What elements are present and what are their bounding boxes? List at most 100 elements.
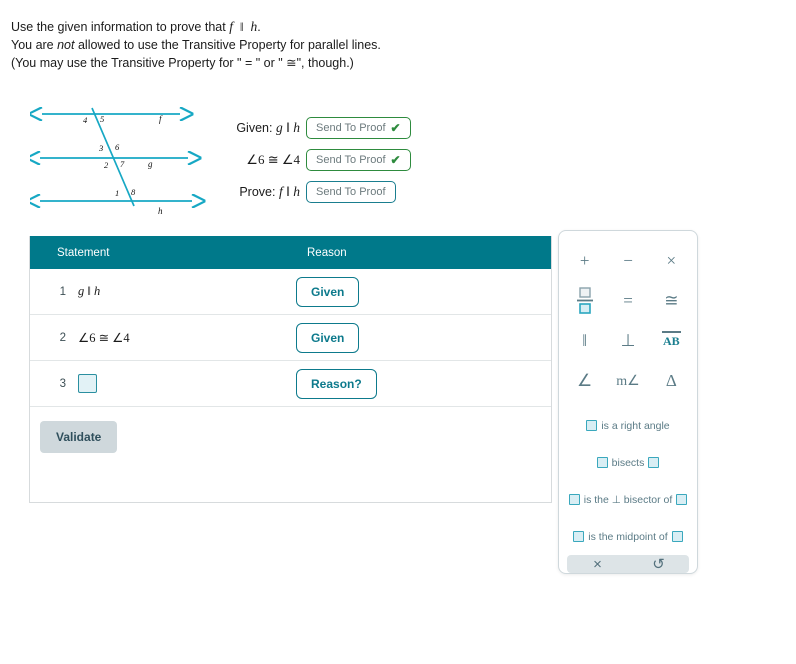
reason-button-2[interactable]: Given xyxy=(296,322,360,353)
angle-label-5: 5 xyxy=(100,114,104,124)
segment-ab-label: AB xyxy=(662,333,680,348)
angle-label-1: 1 xyxy=(115,188,119,198)
placeholder-box xyxy=(596,457,608,468)
perpendicular-icon[interactable]: ⊥ xyxy=(606,321,649,361)
phrase-bisects[interactable]: bisects xyxy=(565,444,691,481)
instruction-line-1-post: . xyxy=(257,20,261,34)
label-line-f: f xyxy=(229,19,233,34)
instruction-line-1: Use the given information to prove that … xyxy=(11,18,571,36)
undo-icon[interactable]: ↺ xyxy=(628,555,689,573)
given-label-1: Given: g ‖ h xyxy=(208,120,306,136)
phrase-is-the-midpoint-of[interactable]: is the midpoint of xyxy=(565,518,691,555)
given-statement-2: ∠6 ≅ ∠4 xyxy=(246,152,300,167)
segment-ab-icon[interactable]: AB xyxy=(650,321,693,361)
prove-label: Prove: f ‖ h xyxy=(208,184,306,200)
angle-label-6: 6 xyxy=(115,142,120,152)
send-to-proof-label-3: Send To Proof xyxy=(316,186,386,198)
angle-label-8: 8 xyxy=(131,187,136,197)
plus-icon[interactable]: + xyxy=(563,241,606,281)
phrase-bisects-label: bisects xyxy=(611,456,645,469)
prove-row: Prove: f ‖ h Send To Proof xyxy=(208,176,418,208)
phrase-is-the-midpoint-of-label: is the midpoint of xyxy=(588,530,668,543)
given-label-2: ∠6 ≅ ∠4 xyxy=(208,152,306,168)
row-statement-1[interactable]: g ‖ h xyxy=(66,284,292,299)
prove-label-text: Prove: xyxy=(239,185,276,199)
check-icon-1: ✔ xyxy=(390,121,401,135)
transversal-line xyxy=(91,107,135,207)
table-row: 3 Reason? xyxy=(30,361,551,407)
reason-button-3[interactable]: Reason? xyxy=(296,368,377,399)
line-f-label: f xyxy=(159,114,163,124)
table-row: 1 g ‖ h Given xyxy=(30,269,551,315)
given-prove-panel: Given: g ‖ h Send To Proof ✔ ∠6 ≅ ∠4 Sen… xyxy=(208,112,418,208)
row-statement-2[interactable]: ∠6 ≅ ∠4 xyxy=(66,330,292,346)
phrase-is-a-right-angle-label: is a right angle xyxy=(601,419,670,432)
parallel-symbol: ‖ xyxy=(239,19,244,34)
given-row-2: ∠6 ≅ ∠4 Send To Proof ✔ xyxy=(208,144,418,176)
delete-icon[interactable]: × xyxy=(567,555,628,573)
column-header-reason: Reason xyxy=(307,246,347,259)
phrase-is-a-right-angle[interactable]: is a right angle xyxy=(565,407,691,444)
phrase-list: is a right angle bisects is the ⊥ bisect… xyxy=(559,401,697,555)
validate-row: Validate xyxy=(30,407,551,467)
row-number-1: 1 xyxy=(59,285,66,298)
angle-label-2: 2 xyxy=(104,160,109,170)
phrase-is-perp-bisector-of[interactable]: is the ⊥ bisector of xyxy=(565,481,691,518)
fraction-icon-svg xyxy=(576,287,593,314)
segment-overbar xyxy=(661,330,681,333)
proof-table-header: Statement Reason xyxy=(30,236,551,269)
send-to-proof-label-1: Send To Proof xyxy=(316,122,386,134)
phrase-is-perp-bisector-of-label: is the ⊥ bisector of xyxy=(583,493,673,506)
column-header-statement: Statement xyxy=(57,246,110,259)
congruent-icon[interactable]: ≅ xyxy=(650,281,693,321)
triangle-icon[interactable]: Δ xyxy=(650,361,693,401)
placeholder-box xyxy=(568,494,580,505)
instructions-block: Use the given information to prove that … xyxy=(11,18,571,72)
symbol-grid: + − × = ≅ ‖ ⊥ AB ∠ m∠ Δ xyxy=(559,231,697,401)
angle-label-4: 4 xyxy=(83,115,88,125)
placeholder-box xyxy=(671,531,683,542)
row-statement-3 xyxy=(66,374,292,393)
proof-table: Statement Reason 1 g ‖ h Given 2 ∠6 ≅ ∠4… xyxy=(29,236,552,503)
reason-button-1[interactable]: Given xyxy=(296,276,360,307)
palette-footer: × ↺ xyxy=(567,555,689,573)
instruction-line-1-pre: Use the given information to prove that xyxy=(11,20,226,34)
line-h-label: h xyxy=(158,206,163,216)
placeholder-box xyxy=(676,494,688,505)
send-to-proof-button-1[interactable]: Send To Proof ✔ xyxy=(306,117,411,139)
statement-input-blank[interactable] xyxy=(78,374,97,393)
instruction-line-2-pre: You are xyxy=(11,38,58,52)
instruction-line-3: (You may use the Transitive Property for… xyxy=(11,56,354,70)
placeholder-box xyxy=(586,420,598,431)
validate-button[interactable]: Validate xyxy=(40,421,118,453)
instruction-emphasis-not: not xyxy=(57,38,75,52)
fraction-icon[interactable] xyxy=(563,281,606,321)
given-row-1: Given: g ‖ h Send To Proof ✔ xyxy=(208,112,418,144)
placeholder-box xyxy=(648,457,660,468)
line-g-label: g xyxy=(148,159,153,169)
diagram-svg: 4 5 f 3 6 2 7 g 1 8 h xyxy=(30,100,210,216)
parallel-lines-diagram: 4 5 f 3 6 2 7 g 1 8 h xyxy=(30,100,210,218)
given-statement-1: g ‖ h xyxy=(275,120,300,135)
angle-label-3: 3 xyxy=(98,143,103,153)
table-row: 2 ∠6 ≅ ∠4 Given xyxy=(30,315,551,361)
angle-label-7: 7 xyxy=(120,159,125,169)
send-to-proof-button-2[interactable]: Send To Proof ✔ xyxy=(306,149,411,171)
given-label-1-text: Given: xyxy=(236,121,273,135)
times-icon[interactable]: × xyxy=(650,241,693,281)
send-to-proof-label-2: Send To Proof xyxy=(316,154,386,166)
angle-icon[interactable]: ∠ xyxy=(563,361,606,401)
placeholder-box xyxy=(573,531,585,542)
instruction-line-2-post: allowed to use the Transitive Property f… xyxy=(74,38,381,52)
prove-statement: f ‖ h xyxy=(278,184,300,199)
measure-angle-icon[interactable]: m∠ xyxy=(606,361,649,401)
minus-icon[interactable]: − xyxy=(606,241,649,281)
equals-icon[interactable]: = xyxy=(606,281,649,321)
row-number-2: 2 xyxy=(59,331,66,344)
math-symbol-palette: + − × = ≅ ‖ ⊥ AB ∠ m∠ Δ is a right angle xyxy=(558,230,698,574)
send-to-proof-button-3[interactable]: Send To Proof xyxy=(306,181,396,203)
parallel-icon[interactable]: ‖ xyxy=(563,321,606,361)
instruction-line-2: You are not allowed to use the Transitiv… xyxy=(11,36,571,54)
proof-table-footer-space xyxy=(30,467,551,502)
check-icon-2: ✔ xyxy=(390,153,401,167)
